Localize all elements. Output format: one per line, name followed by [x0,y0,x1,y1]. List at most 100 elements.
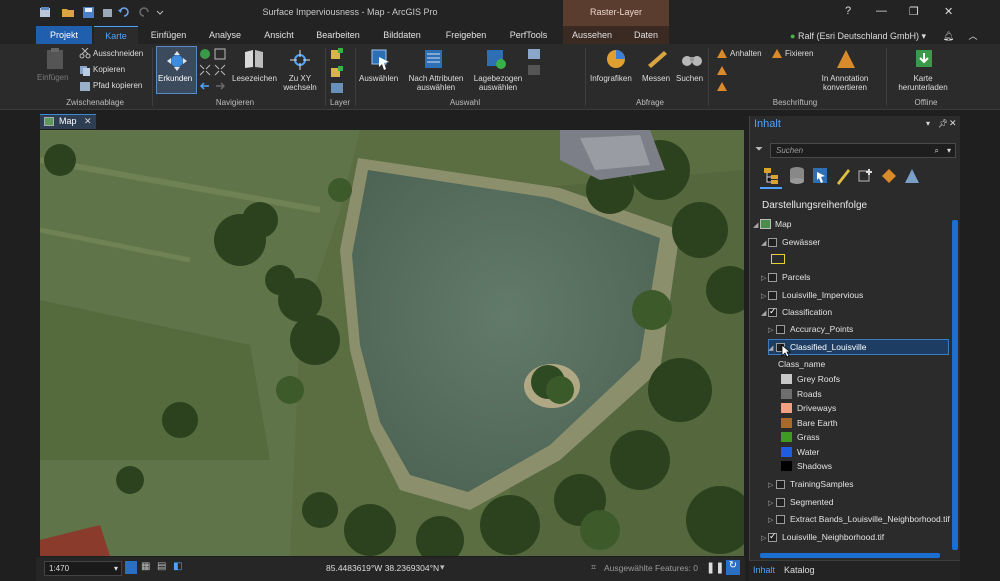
selected-features-count[interactable]: Ausgewählte Features: 0 [604,563,698,573]
list-by-editing-icon[interactable] [834,166,852,186]
bookmarks-button[interactable]: Lesezeichen [232,74,277,83]
layer-visibility-checkbox[interactable] [776,498,785,507]
layer-visibility-checkbox[interactable] [768,531,777,542]
collapsed-arrow-icon[interactable]: ▷ [761,274,766,282]
layer-visibility-checkbox[interactable] [768,306,777,317]
view-unplaced-icon[interactable] [716,65,728,76]
toc-map[interactable]: Map [775,217,792,231]
copy-path-button[interactable]: Pfad kopieren [93,81,142,90]
layer-visibility-checkbox[interactable] [776,480,785,489]
collapse-ribbon-icon[interactable]: ︿ [969,31,978,41]
snapping-icon[interactable] [125,561,137,574]
select-button[interactable]: Auswählen [359,74,398,83]
tab-analyse[interactable]: Analyse [199,26,251,44]
list-by-drawing-order-icon[interactable] [762,166,784,186]
layer-visibility-checkbox[interactable] [768,273,777,282]
tab-map-view[interactable]: Map ✕ [40,114,96,129]
select-by-attributes-label-1[interactable]: Nach Attributen [403,74,469,83]
close-pane-icon[interactable]: ✕ [949,118,957,129]
tab-ansicht[interactable]: Ansicht [254,26,304,44]
tab-karte[interactable]: Karte [94,26,138,44]
list-by-selection-icon[interactable] [811,166,829,186]
chevron-down-icon[interactable]: ▾ [440,562,445,573]
scale-selector[interactable]: 1:470 ▾ [44,561,122,576]
basemap-icon[interactable] [330,82,344,94]
pane-options-icon[interactable]: ▾ [926,119,930,128]
list-by-labeling-icon[interactable] [880,166,898,186]
next-extent-icon[interactable] [214,80,226,92]
cut-button[interactable]: Ausschneiden [93,49,143,58]
add-preset-icon[interactable] [330,66,344,79]
collapsed-arrow-icon[interactable]: ▷ [768,516,773,524]
collapsed-arrow-icon[interactable]: ▷ [768,499,773,507]
auto-hide-pin-icon[interactable]: 📌︎ [938,119,948,128]
contents-search-input[interactable]: Suchen ⌕ ▾ [770,143,956,158]
expand-arrow-icon[interactable]: ◢ [761,239,766,247]
convert-to-annotation-label-2[interactable]: konvertieren [812,83,878,92]
pause-labels-button[interactable]: Anhalten [730,49,762,58]
clear-selection-icon[interactable] [528,65,540,75]
zoom-in-arrows-icon[interactable] [199,64,211,76]
toc-layer-louisville-neighborhood[interactable]: Louisville_Neighborhood.tif [782,530,884,544]
contents-vertical-scrollbar[interactable] [952,220,958,550]
expand-arrow-icon[interactable]: ◢ [761,309,766,317]
list-by-perspective-icon[interactable] [903,166,921,186]
zoom-out-arrows-icon[interactable] [214,64,226,76]
select-by-location-label-1[interactable]: Lagebezogen [468,74,528,83]
toc-group-classification[interactable]: Classification [782,305,832,319]
layer-visibility-checkbox[interactable] [776,325,785,334]
measure-units-icon[interactable]: ◧ [173,561,182,572]
more-labeling-icon[interactable] [716,81,728,92]
notification-bell-icon[interactable]: 🔔︎ [943,31,954,41]
collapsed-arrow-icon[interactable]: ▷ [768,326,773,334]
expand-arrow-icon[interactable]: ◢ [768,344,773,352]
table-icon[interactable]: ▤ [157,561,166,572]
convert-to-annotation-label-1[interactable]: In Annotation [812,74,878,83]
infographics-button[interactable]: Infografiken [590,74,632,83]
user-account[interactable]: ● Ralf (Esri Deutschland GmbH) ▾ 🔔︎ ︿ [790,29,978,42]
attributes-icon[interactable] [528,49,540,59]
download-map-label-1[interactable]: Karte [890,74,956,83]
contents-horizontal-scrollbar[interactable] [760,553,940,558]
help-button[interactable]: ? [845,5,851,17]
toc-layer-parcels[interactable]: Parcels [782,270,810,284]
layer-visibility-checkbox[interactable] [768,291,777,300]
layer-visibility-checkbox[interactable] [768,238,777,247]
tab-einfuegen[interactable]: Einfügen [141,26,196,44]
layer-visibility-checkbox[interactable] [776,515,785,524]
tab-bearbeiten[interactable]: Bearbeiten [307,26,369,44]
tab-freigeben[interactable]: Freigeben [435,26,497,44]
go-to-xy-label-1[interactable]: Zu XY [286,74,314,83]
select-by-attributes-label-2[interactable]: auswählen [403,83,469,92]
map-canvas[interactable] [40,130,744,556]
collapsed-arrow-icon[interactable]: ▷ [761,292,766,300]
paste-button[interactable]: Einfügen [37,73,69,82]
tab-projekt[interactable]: Projekt [36,26,92,44]
minimize-button[interactable]: — [876,5,887,17]
toc-layer-training-samples[interactable]: TrainingSamples [790,477,853,491]
tab-contents[interactable]: Inhalt [753,565,775,575]
toc-layer-classified-louisville[interactable]: Classified_Louisville [790,340,867,354]
tab-perftools[interactable]: PerfTools [500,26,557,44]
select-by-location-label-2[interactable]: auswählen [468,83,528,92]
list-by-source-icon[interactable] [788,166,806,186]
refresh-icon[interactable]: ↻ [726,560,740,575]
maximize-button[interactable]: ❐ [909,5,919,18]
lock-labels-icon[interactable] [771,48,783,59]
toc-layer-segmented[interactable]: Segmented [790,495,833,509]
toc-layer-accuracy-points[interactable]: Accuracy_Points [790,322,853,336]
download-map-label-2[interactable]: herunterladen [890,83,956,92]
filter-icon[interactable]: ⏷ [755,144,763,155]
lock-labels-button[interactable]: Fixieren [785,49,813,58]
copy-button[interactable]: Kopieren [93,65,125,74]
add-data-icon[interactable] [330,48,344,61]
pause-labels-icon[interactable] [716,48,728,59]
grid-icon[interactable]: ▦ [141,561,150,572]
close-button[interactable]: ✕ [944,5,953,18]
toc-layer-gewaesser[interactable]: Gewässer [782,235,820,249]
toc-layer-extract-bands[interactable]: Extract Bands_Louisville_Neighborhood.ti… [790,512,950,526]
collapsed-arrow-icon[interactable]: ▷ [768,481,773,489]
fixed-zoom-icon[interactable] [214,48,226,60]
tab-catalog[interactable]: Katalog [784,565,815,575]
close-icon[interactable]: ✕ [84,116,92,127]
